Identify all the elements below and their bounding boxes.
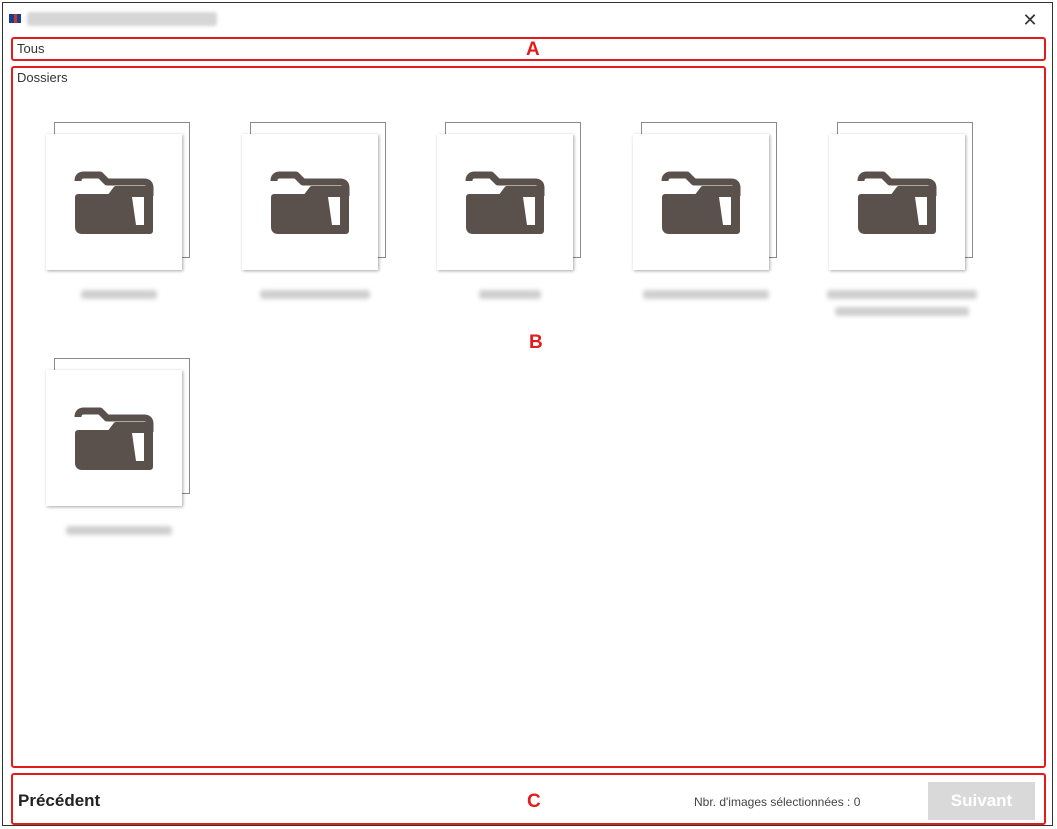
folder-caption — [827, 290, 977, 324]
folder-item[interactable] — [631, 122, 801, 342]
annotation-label-a: A — [526, 39, 540, 60]
folder-icon — [857, 171, 937, 234]
folder-icon — [465, 171, 545, 234]
folder-icon — [661, 171, 741, 234]
folder-thumbnail — [633, 134, 769, 270]
next-button[interactable]: Suivant — [928, 782, 1035, 820]
folder-item[interactable] — [44, 358, 214, 578]
window-title-redacted — [27, 12, 217, 26]
close-button[interactable]: ✕ — [1019, 9, 1041, 31]
selected-images-count: Nbr. d'images sélectionnées : 0 — [694, 795, 861, 809]
annotation-label-c: C — [527, 791, 541, 812]
previous-button[interactable]: Précédent — [18, 791, 100, 811]
folder-name-redacted — [81, 290, 157, 299]
close-icon: ✕ — [1022, 9, 1038, 30]
folder-thumbnail — [437, 134, 573, 270]
folder-icon — [74, 407, 154, 470]
folder-thumbnail — [242, 134, 378, 270]
folder-thumbnail — [829, 134, 965, 270]
folder-caption — [44, 526, 194, 543]
folder-name-redacted — [643, 290, 769, 299]
folder-name-redacted — [479, 290, 541, 299]
folder-name-redacted — [260, 290, 370, 299]
folder-caption — [435, 290, 585, 307]
folder-thumbnail — [46, 134, 182, 270]
folder-icon — [74, 171, 154, 234]
folder-caption — [44, 290, 194, 307]
folder-item[interactable] — [435, 122, 605, 342]
folder-thumbnail — [46, 370, 182, 506]
folder-icon — [270, 171, 350, 234]
folder-caption — [631, 290, 781, 307]
title-bar: ✕ — [3, 3, 1052, 35]
breadcrumb-all[interactable]: Tous — [17, 41, 44, 56]
folder-name-redacted — [66, 526, 172, 535]
folder-item[interactable] — [240, 122, 410, 342]
folder-name-redacted — [827, 290, 977, 299]
folder-name-redacted — [835, 307, 969, 316]
folder-item[interactable] — [44, 122, 214, 342]
app-icon — [9, 14, 21, 23]
folders-heading: Dossiers — [17, 70, 68, 85]
folder-caption — [240, 290, 390, 307]
folder-item[interactable] — [827, 122, 997, 342]
